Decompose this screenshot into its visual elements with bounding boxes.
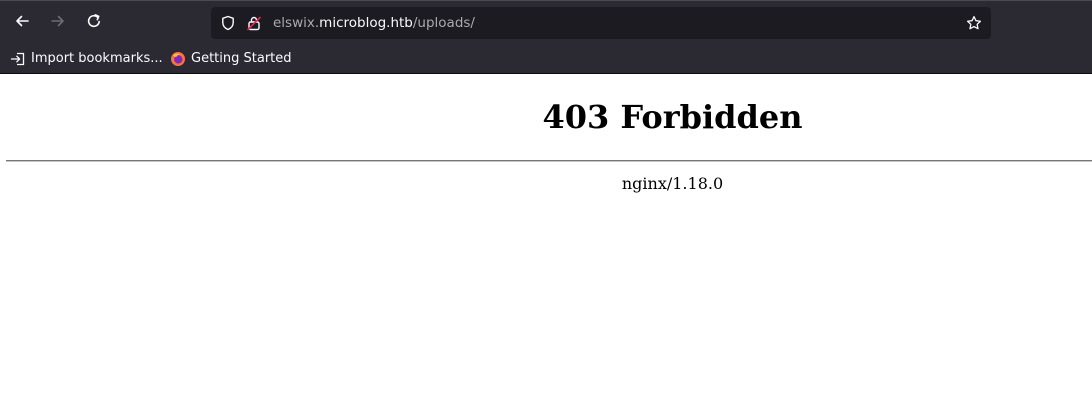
address-bar[interactable]: elswix.microblog.htb/uploads/ [211,7,991,39]
import-icon [10,51,26,67]
bookmark-import[interactable]: Import bookmarks... [10,44,163,73]
url-path: /uploads/ [412,15,475,31]
reload-button[interactable] [78,7,110,39]
reload-icon [86,13,102,34]
page-title: 403 Forbidden [542,98,803,136]
page-content: 403 Forbidden nginx/1.18.0 [0,74,1092,417]
server-signature: nginx/1.18.0 [621,174,724,193]
firefox-icon [170,51,186,67]
url-subdomain: elswix. [273,15,320,31]
bookmarks-toolbar: Import bookmarks... Getting Started [0,44,1092,74]
url-text[interactable]: elswix.microblog.htb/uploads/ [273,7,475,39]
back-button[interactable] [6,7,38,39]
url-host: microblog.htb [319,15,413,31]
forward-button[interactable] [42,7,74,39]
forward-arrow-icon [50,13,66,34]
insecure-lock-icon[interactable] [245,14,263,32]
bookmark-getting-started[interactable]: Getting Started [170,44,292,73]
bookmark-getting-started-label: Getting Started [191,51,292,66]
bookmark-import-label: Import bookmarks... [31,51,163,66]
bookmark-star-icon[interactable] [965,14,983,32]
navigation-toolbar: elswix.microblog.htb/uploads/ [0,0,1092,44]
divider [6,160,1092,162]
shield-icon[interactable] [219,14,237,32]
browser-window: elswix.microblog.htb/uploads/ Import boo… [0,0,1092,417]
back-arrow-icon [14,13,30,34]
